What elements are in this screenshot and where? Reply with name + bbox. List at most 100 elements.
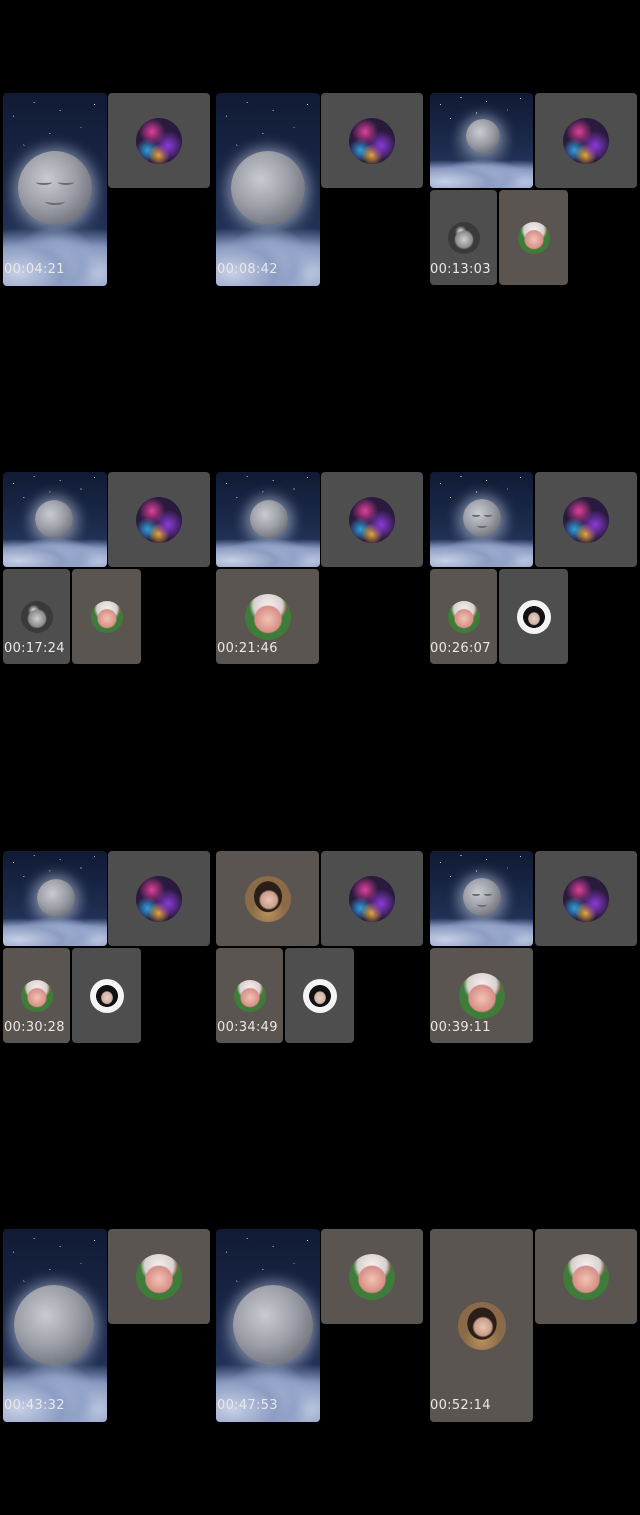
avatar-pink-hair-icon — [244, 593, 291, 640]
avatar-game-art-icon — [136, 875, 182, 922]
tile-participant[interactable] — [108, 851, 210, 946]
frame-5-stage — [213, 379, 426, 758]
tile-moon-video[interactable] — [216, 93, 320, 286]
moon-face-icon — [463, 499, 501, 537]
timestamp: 00:30:28 — [4, 1020, 65, 1035]
tile-participant[interactable] — [285, 948, 354, 1043]
avatar-pink-hair-icon — [458, 972, 505, 1019]
frame-9: 00:39:11 — [426, 758, 639, 1137]
clouds-decoration — [430, 155, 533, 188]
clouds-decoration — [3, 913, 107, 946]
tile-participant[interactable] — [72, 569, 141, 664]
tile-participant[interactable] — [430, 1229, 533, 1422]
tile-moon-video[interactable] — [430, 851, 533, 946]
timestamp: 00:34:49 — [217, 1020, 278, 1035]
moon-face-icon — [18, 151, 92, 225]
frame-6-stage — [426, 379, 639, 758]
avatar-pink-hair-icon — [517, 221, 550, 254]
moon-eye — [472, 892, 481, 897]
avatar-pink-hair-icon — [447, 600, 480, 633]
tile-participant[interactable] — [321, 93, 423, 188]
timestamp: 00:21:46 — [217, 641, 278, 656]
tile-moon-video[interactable] — [430, 93, 533, 188]
timestamp: 00:08:42 — [217, 262, 278, 277]
tile-participant[interactable] — [535, 472, 637, 567]
tile-moon-video[interactable] — [3, 1229, 107, 1422]
avatar-game-art-icon — [349, 117, 395, 164]
tile-participant[interactable] — [321, 851, 423, 946]
avatar-dark-hair-icon — [516, 599, 551, 634]
moon-icon — [35, 500, 73, 538]
tile-participant[interactable] — [535, 851, 637, 946]
avatar-pink-hair-icon — [136, 1253, 182, 1300]
avatar-game-art-icon — [563, 496, 609, 543]
timestamp: 00:26:07 — [430, 641, 491, 656]
avatar-game-art-icon — [563, 875, 609, 922]
moon-mouth — [45, 197, 65, 205]
avatar-mono-icon — [20, 600, 53, 633]
moon-mouth — [477, 902, 487, 907]
tile-participant[interactable] — [108, 93, 210, 188]
frame-12: 00:52:14 — [426, 1136, 639, 1515]
avatar-dark-hair-icon — [89, 978, 124, 1013]
moon-mouth — [477, 523, 487, 528]
avatar-pink-hair-icon — [349, 1253, 395, 1300]
tile-moon-video[interactable] — [430, 472, 533, 567]
moon-eye — [483, 513, 492, 518]
clouds-decoration — [216, 534, 320, 567]
frame-2-stage — [213, 0, 426, 379]
frame-11-stage — [213, 1136, 426, 1515]
clouds-decoration — [430, 913, 533, 946]
avatar-dark-hair-icon — [302, 978, 337, 1013]
tile-participant[interactable] — [535, 93, 637, 188]
tile-moon-video[interactable] — [3, 851, 107, 946]
moon-eye — [472, 513, 481, 518]
moon-icon — [466, 119, 500, 153]
moon-eye — [35, 179, 53, 185]
moon-eye — [483, 892, 492, 897]
avatar-girl-photo-icon — [457, 1301, 506, 1350]
timestamp: 00:04:21 — [4, 262, 65, 277]
frame-4-stage — [0, 379, 213, 758]
tile-participant[interactable] — [72, 948, 141, 1043]
moon-icon — [250, 500, 288, 538]
frame-1: 00:04:21 — [0, 0, 213, 379]
avatar-mono-icon — [447, 221, 480, 254]
tile-participant[interactable] — [499, 190, 568, 285]
tile-moon-video[interactable] — [216, 472, 320, 567]
tile-participant[interactable] — [535, 1229, 637, 1324]
frame-9-stage — [426, 758, 639, 1137]
tile-moon-video[interactable] — [3, 93, 107, 286]
timestamp: 00:52:14 — [430, 1398, 491, 1413]
moon-eye — [57, 179, 75, 185]
avatar-game-art-icon — [136, 117, 182, 164]
tile-participant[interactable] — [321, 472, 423, 567]
timestamp: 00:13:03 — [430, 262, 491, 277]
frame-7-stage — [0, 758, 213, 1137]
tile-participant[interactable] — [216, 851, 319, 946]
avatar-game-art-icon — [563, 117, 609, 164]
frame-4: 00:17:24 — [0, 379, 213, 758]
moon-icon — [231, 151, 305, 225]
frame-8-stage — [213, 758, 426, 1137]
tile-participant[interactable] — [108, 472, 210, 567]
avatar-pink-hair-icon — [20, 979, 53, 1012]
frame-12-stage — [426, 1136, 639, 1515]
avatar-girl-photo-icon — [244, 875, 291, 922]
avatar-pink-hair-icon — [563, 1253, 609, 1300]
frame-1-stage — [0, 0, 213, 379]
frame-10: 00:43:32 — [0, 1136, 213, 1515]
clouds-decoration — [3, 534, 107, 567]
frame-7: 00:30:28 — [0, 758, 213, 1137]
clouds-decoration — [430, 534, 533, 567]
tile-participant[interactable] — [108, 1229, 210, 1324]
frame-11: 00:47:53 — [213, 1136, 426, 1515]
tile-participant[interactable] — [499, 569, 568, 664]
avatar-pink-hair-icon — [90, 600, 123, 633]
avatar-game-art-icon — [349, 496, 395, 543]
tile-moon-video[interactable] — [3, 472, 107, 567]
moon-icon — [37, 879, 75, 917]
tile-participant[interactable] — [321, 1229, 423, 1324]
frame-3: 00:13:03 — [426, 0, 639, 379]
tile-moon-video[interactable] — [216, 1229, 320, 1422]
